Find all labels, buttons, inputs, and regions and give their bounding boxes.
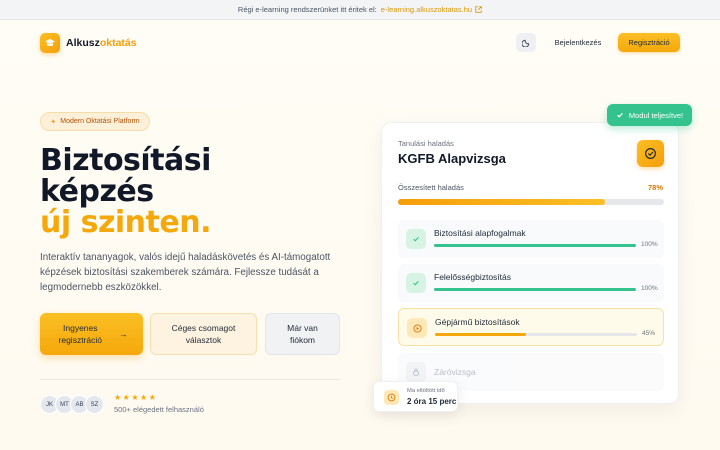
legacy-link-text: e-learning.alkuszoktatas.hu bbox=[380, 5, 473, 14]
title-line-3: új szinten. bbox=[40, 205, 211, 240]
moon-icon bbox=[521, 39, 529, 47]
external-link-icon bbox=[475, 6, 482, 13]
banner-text: Régi e-learning rendszerünket itt éritek… bbox=[237, 5, 377, 14]
time-spent-label: Ma eltöltött idő bbox=[407, 388, 445, 394]
existing-account-button[interactable]: Már van fiókom bbox=[265, 313, 340, 355]
company-package-button[interactable]: Céges csomagot választok bbox=[150, 313, 257, 355]
module-progress-fill bbox=[434, 244, 636, 247]
legacy-banner: Régi e-learning rendszerünket itt éritek… bbox=[0, 0, 720, 20]
login-button[interactable]: Bejelentkezés bbox=[548, 33, 608, 52]
register-button[interactable]: Regisztráció bbox=[618, 33, 680, 52]
module-name: Záróvizsga bbox=[434, 367, 476, 377]
module-item-active[interactable]: Gépjármű biztosítások 45% bbox=[398, 308, 664, 346]
lock-icon bbox=[406, 362, 426, 382]
module-item[interactable]: Biztosítási alapfogalmak 100% bbox=[398, 220, 664, 258]
arrow-right-icon: → bbox=[119, 329, 128, 339]
check-icon bbox=[617, 112, 623, 118]
module-percent: 45% bbox=[642, 330, 656, 337]
card-subtitle: Tanulási haladás bbox=[398, 139, 454, 148]
users-count: 500+ elégedett felhasználó bbox=[114, 405, 204, 414]
theme-toggle-button[interactable] bbox=[516, 33, 536, 52]
play-icon bbox=[407, 318, 427, 338]
page-title: Biztosítási képzés új szinten. bbox=[40, 146, 211, 239]
avatar: SZ bbox=[85, 395, 104, 414]
module-progress-bar bbox=[434, 288, 636, 291]
toast-text: Modul teljesítve! bbox=[628, 110, 684, 120]
free-register-button[interactable]: Ingyenes regisztráció → bbox=[40, 313, 143, 355]
title-line-2: képzés bbox=[40, 174, 154, 209]
module-name: Gépjármű biztosítások bbox=[435, 317, 520, 327]
company-package-label: Céges csomagot választok bbox=[171, 323, 236, 345]
sparkle-icon: ✦ bbox=[50, 118, 57, 126]
time-spent-widget: Ma eltöltött idő 2 óra 15 perc bbox=[373, 381, 458, 412]
hero-description: Interaktív tananyagok, valós idejű halad… bbox=[40, 252, 331, 293]
overall-progress-bar bbox=[398, 199, 664, 205]
rating-stars: ★★★★★ bbox=[114, 393, 158, 402]
logo-text: Alkuszoktatás bbox=[66, 37, 137, 49]
target-icon bbox=[637, 140, 664, 167]
module-completed-toast: Modul teljesítve! bbox=[607, 104, 692, 126]
overall-progress-fill bbox=[398, 199, 606, 205]
badge-text: Modern Oktatási Platform bbox=[60, 118, 140, 125]
clock-icon bbox=[384, 390, 399, 405]
module-name: Felelősségbiztosítás bbox=[434, 272, 512, 282]
legacy-link[interactable]: e-learning.alkuszoktatas.hu bbox=[381, 5, 482, 14]
check-icon bbox=[406, 229, 426, 249]
module-progress-fill bbox=[434, 288, 636, 291]
existing-account-label: Már van fiókom bbox=[287, 323, 318, 345]
time-spent-value: 2 óra 15 perc bbox=[407, 397, 457, 406]
module-percent: 100% bbox=[641, 241, 658, 248]
platform-badge: ✦ Modern Oktatási Platform bbox=[40, 112, 150, 131]
module-percent: 100% bbox=[641, 285, 658, 292]
overall-progress-label: Összesített haladás bbox=[398, 183, 464, 192]
graduation-cap-icon bbox=[40, 33, 60, 53]
title-line-1: Biztosítási bbox=[40, 143, 211, 178]
progress-card: Tanulási haladás KGFB Alapvizsga Összesí… bbox=[381, 122, 679, 404]
module-name: Biztosítási alapfogalmak bbox=[434, 228, 526, 238]
free-register-label: Ingyenes regisztráció bbox=[58, 323, 102, 345]
module-progress-fill bbox=[435, 333, 526, 336]
module-item[interactable]: Felelősségbiztosítás 100% bbox=[398, 264, 664, 302]
card-title: KGFB Alapvizsga bbox=[398, 151, 506, 166]
check-icon bbox=[406, 273, 426, 293]
logo[interactable]: Alkuszoktatás bbox=[40, 33, 137, 53]
module-progress-bar bbox=[434, 244, 636, 247]
overall-progress-percent: 78% bbox=[648, 183, 664, 192]
divider bbox=[40, 379, 340, 380]
module-progress-bar bbox=[435, 333, 637, 336]
